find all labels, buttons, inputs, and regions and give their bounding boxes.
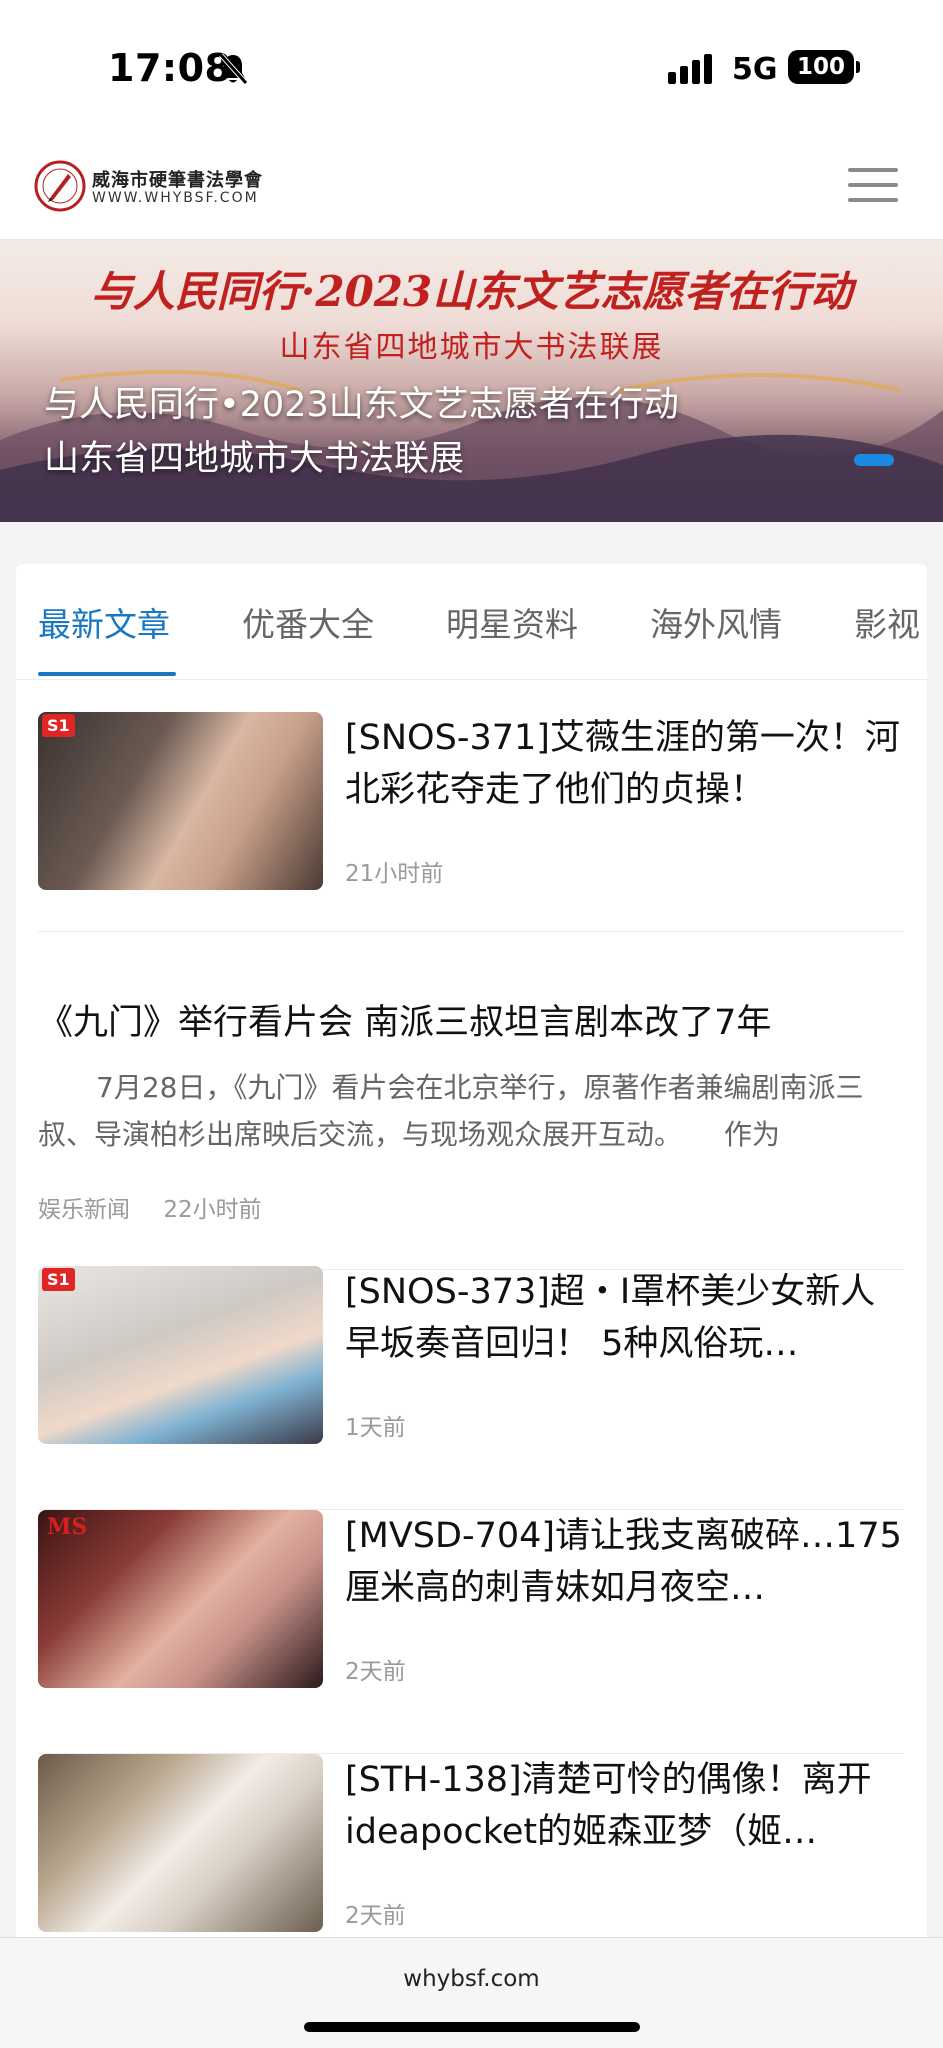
list-item[interactable]: [STH-138]清楚可怜的偶像！离开ideapocket的姬森亚梦（姬… 2天…: [38, 1754, 904, 1944]
tab-latest[interactable]: 最新文章: [38, 598, 170, 646]
article-category[interactable]: 娱乐新闻: [38, 1197, 130, 1223]
studio-badge: S1: [42, 1268, 75, 1291]
article-list-card: 最新文章 优番大全 明星资料 海外风情 影视 S1 [SNOS-371]艾薇生涯…: [16, 564, 927, 1944]
carousel-indicator[interactable]: [854, 454, 894, 466]
battery-tip: [856, 61, 860, 73]
studio-badge: MS: [47, 1514, 88, 1540]
banner-headline: 与人民同行·2023山东文艺志愿者在行动: [90, 267, 853, 316]
bell-slash-icon: [219, 53, 248, 85]
list-item[interactable]: MS [MVSD-704]请让我支离破碎…175厘米高的刺青妹如月夜空… 2天前: [38, 1510, 904, 1754]
article-thumbnail[interactable]: [38, 1754, 323, 1932]
url-label[interactable]: whybsf.com: [0, 1966, 943, 1992]
category-tabs: 最新文章 优番大全 明星资料 海外风情 影视: [16, 564, 927, 680]
studio-badge: S1: [42, 714, 75, 737]
battery-icon: 100: [788, 50, 854, 84]
site-url: WWW.WHYBSF.COM: [92, 190, 259, 206]
browser-address-bar[interactable]: whybsf.com: [0, 1937, 943, 2048]
logo-icon[interactable]: [34, 160, 86, 212]
list-item[interactable]: S1 [SNOS-373]超・I罩杯美少女新人早坂奏音回归！ 5种风俗玩… 1天…: [38, 1266, 904, 1510]
text-article-title[interactable]: 《九门》举行看片会 南派三叔坦言剧本改了7年: [38, 994, 771, 1045]
hero-banner[interactable]: 与人民同行·2023山东文艺志愿者在行动 山东省四地城市大书法联展 与人民同行•…: [0, 240, 943, 522]
article-title[interactable]: [STH-138]清楚可怜的偶像！离开ideapocket的姬森亚梦（姬…: [345, 1754, 905, 1858]
article-thumbnail[interactable]: S1: [38, 1266, 323, 1444]
text-article-meta: 娱乐新闻 22小时前: [38, 1190, 288, 1224]
article-time: 21小时前: [345, 861, 444, 887]
list-item[interactable]: S1 [SNOS-371]艾薇生涯的第一次！河北彩花夺走了他们的贞操！ 21小时…: [38, 712, 904, 932]
banner-caption-line1: 与人民同行•2023山东文艺志愿者在行动: [44, 385, 679, 425]
tab-film[interactable]: 影视: [854, 598, 920, 646]
status-time: 17:08: [108, 46, 232, 90]
article-thumbnail[interactable]: MS: [38, 1510, 323, 1688]
banner-subheadline: 山东省四地城市大书法联展: [279, 330, 664, 365]
article-time: 1天前: [345, 1415, 406, 1441]
site-header: 威海市硬筆書法學會 WWW.WHYBSF.COM: [0, 130, 943, 240]
article-title[interactable]: [SNOS-371]艾薇生涯的第一次！河北彩花夺走了他们的贞操！: [345, 712, 905, 816]
tab-stars[interactable]: 明星资料: [446, 598, 578, 646]
article-title[interactable]: [MVSD-704]请让我支离破碎…175厘米高的刺青妹如月夜空…: [345, 1510, 905, 1614]
signal-icon: [668, 54, 712, 84]
text-article[interactable]: 《九门》举行看片会 南派三叔坦言剧本改了7年 7月28日，《九门》看片会在北京举…: [38, 964, 904, 1270]
article-thumbnail[interactable]: S1: [38, 712, 323, 890]
article-time: 2天前: [345, 1903, 406, 1929]
article-title[interactable]: [SNOS-373]超・I罩杯美少女新人早坂奏音回归！ 5种风俗玩…: [345, 1266, 905, 1370]
banner-caption-line2: 山东省四地城市大书法联展: [44, 439, 465, 479]
hamburger-menu-icon[interactable]: [848, 166, 898, 204]
status-bar: 17:08 5G 100: [0, 0, 943, 130]
network-type: 5G: [732, 52, 778, 87]
home-indicator[interactable]: [304, 2022, 640, 2032]
tab-overseas[interactable]: 海外风情: [650, 598, 782, 646]
banner-caption: 与人民同行•2023山东文艺志愿者在行动 山东省四地城市大书法联展: [44, 378, 679, 486]
site-name: 威海市硬筆書法學會: [92, 170, 263, 191]
article-time: 2天前: [345, 1659, 406, 1685]
article-time: 22小时前: [163, 1197, 262, 1223]
active-tab-indicator: [38, 672, 176, 676]
text-article-excerpt: 7月28日，《九门》看片会在北京举行，原著作者兼编剧南派三叔、导演柏杉出席映后交…: [38, 1071, 864, 1151]
tab-series[interactable]: 优番大全: [242, 598, 374, 646]
